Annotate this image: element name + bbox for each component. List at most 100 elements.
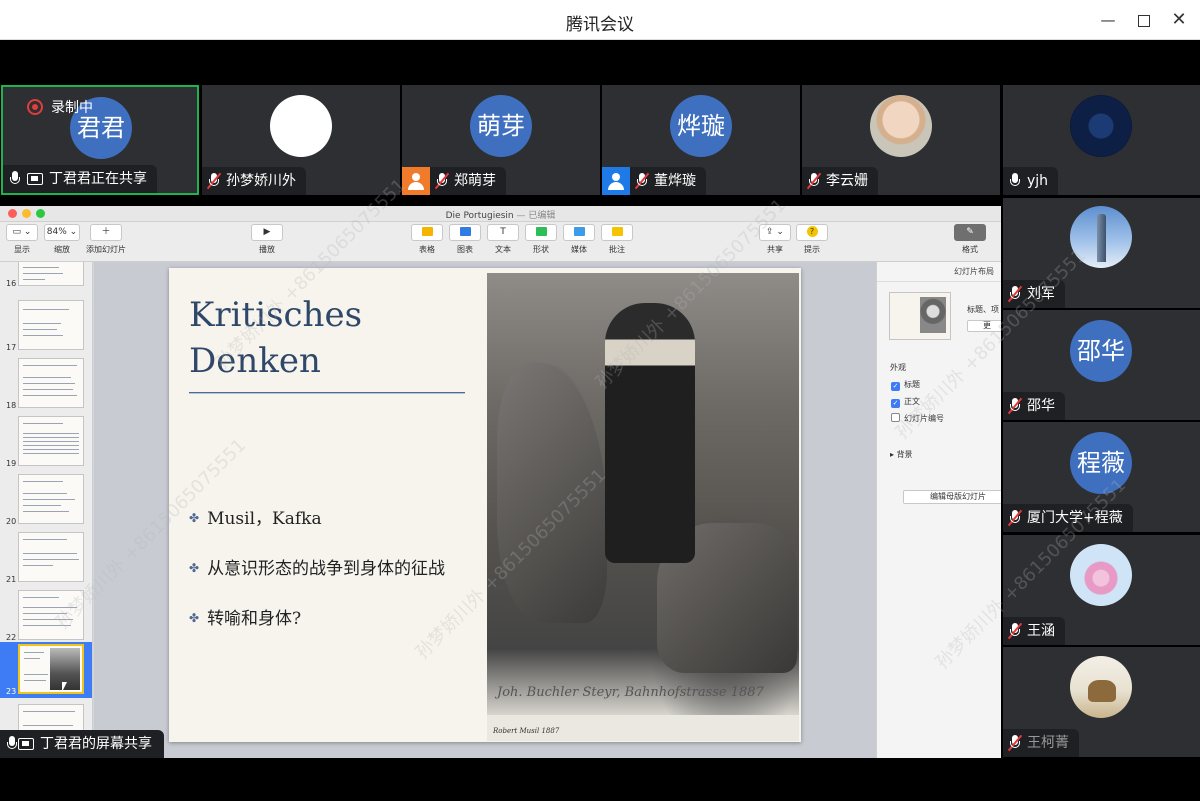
slide-title-line-1: Kritisches xyxy=(189,295,363,335)
title-checkbox[interactable]: ✓ 标题 xyxy=(891,379,920,391)
bullet-item: ✤ Musil，Kafka xyxy=(189,506,445,556)
screen-share-icon xyxy=(18,738,34,750)
plus-icon: ＋ xyxy=(90,224,122,241)
participant-tile-side-4[interactable]: 程薇 厦门大学+程薇 xyxy=(1003,422,1200,532)
comment-button[interactable]: 批注 xyxy=(601,224,633,255)
media-icon xyxy=(563,224,595,241)
thumb-page xyxy=(18,262,84,286)
shape-button[interactable]: 形状 xyxy=(525,224,557,255)
maximize-button[interactable] xyxy=(1133,9,1155,31)
appearance-heading: 外观 xyxy=(890,363,906,372)
document-name: Die Portugiesin xyxy=(445,211,514,221)
slide-title[interactable]: Kritisches Denken xyxy=(189,292,362,384)
slide-number: 18 xyxy=(6,401,17,410)
edit-master-slide-button[interactable]: 编辑母版幻灯片 xyxy=(903,490,1001,504)
body-checkbox[interactable]: ✓ 正文 xyxy=(891,396,920,408)
photo-image: Joh. Buchler Steyr, Bahnhofstrasse 1887 xyxy=(487,273,799,715)
recording-label: 录制中 xyxy=(51,100,93,116)
participant-tile-2[interactable]: 孙梦娇川外 xyxy=(202,85,400,195)
background-section[interactable]: ▸ 背景 xyxy=(890,449,913,460)
slide-thumb-17[interactable]: 17 xyxy=(0,298,92,354)
slide-number: 19 xyxy=(6,459,17,468)
checkbox-checked-icon: ✓ xyxy=(891,399,900,408)
close-button[interactable]: ✕ xyxy=(1168,9,1190,31)
avatar xyxy=(1070,206,1132,268)
current-slide[interactable]: Kritisches Denken ✤ Musil，Kafka ✤ 从意识形态的战争… xyxy=(169,268,801,742)
media-button[interactable]: 媒体 xyxy=(563,224,595,255)
avatar xyxy=(270,95,332,157)
mic-muted-icon xyxy=(1007,397,1023,415)
avatar: 烨璇 xyxy=(670,95,732,157)
participant-tile-side-6[interactable]: 王柯菁 xyxy=(1003,647,1200,757)
participant-name-bar: 郑萌芽 xyxy=(402,167,506,195)
bullet-icon: ✤ xyxy=(189,511,200,525)
add-slide-button[interactable]: ＋ 添加幻灯片 xyxy=(86,224,126,255)
participant-name: yjh xyxy=(1027,173,1049,189)
layout-label: 标题、项 xyxy=(967,305,999,314)
participant-tile-5[interactable]: 李云姗 xyxy=(802,85,1000,195)
view-button[interactable]: ▭ ⌄ 显示 xyxy=(6,224,38,255)
participant-name-bar: 刘军 xyxy=(1003,280,1065,308)
slide-number-checkbox[interactable]: 幻灯片编号 xyxy=(891,413,944,424)
checkbox-checked-icon: ✓ xyxy=(891,382,900,391)
slide-thumb-20[interactable]: 20 xyxy=(0,472,92,528)
chart-label: 图表 xyxy=(457,245,473,254)
slide-thumb-23-selected[interactable]: 23 xyxy=(0,642,92,698)
thumb-page xyxy=(18,590,84,640)
mic-icon xyxy=(6,735,18,753)
participant-tile-side-5[interactable]: 王涵 xyxy=(1003,535,1200,645)
slide-title-line-2: Denken xyxy=(189,341,321,381)
avatar xyxy=(1070,656,1132,718)
participant-name-bar: 丁君君正在共享 xyxy=(3,165,157,193)
slide-thumb-16[interactable]: 16 xyxy=(0,262,92,290)
change-layout-button[interactable]: 更 xyxy=(967,320,1001,332)
screen-share-label: 丁君君的屏幕共享 xyxy=(40,736,152,752)
layout-thumbnail[interactable] xyxy=(889,292,951,340)
chart-icon xyxy=(449,224,481,241)
text-button[interactable]: T 文本 xyxy=(487,224,519,255)
slide-thumb-19[interactable]: 19 xyxy=(0,414,92,470)
participant-tile-1[interactable]: 录制中 君君 丁君君正在共享 xyxy=(1,85,199,195)
slide-bullets[interactable]: ✤ Musil，Kafka ✤ 从意识形态的战争到身体的征战 ✤ 转喻和身体? xyxy=(189,506,445,656)
bullet-text: 从意识形态的战争到身体的征战 xyxy=(207,559,446,579)
tips-button[interactable]: ? 提示 xyxy=(796,224,828,255)
minimize-button[interactable]: — xyxy=(1097,9,1119,31)
participant-tile-side-2[interactable]: 刘军 xyxy=(1003,198,1200,308)
screen-share-bar: 丁君君的屏幕共享 xyxy=(0,730,164,758)
bullet-item: ✤ 从意识形态的战争到身体的征战 xyxy=(189,556,445,606)
participant-name-bar: 孙梦娇川外 xyxy=(202,167,306,195)
play-button[interactable]: ▶ 播放 xyxy=(251,224,283,255)
participant-tile-side-1[interactable]: yjh xyxy=(1003,85,1200,195)
participant-name-bar: 董烨璇 xyxy=(602,167,706,195)
mic-muted-icon xyxy=(1007,622,1023,640)
slide-thumb-22[interactable]: 22 xyxy=(0,588,92,644)
mic-icon xyxy=(9,170,21,188)
text-icon: T xyxy=(487,224,519,241)
slide-number: 17 xyxy=(6,343,17,352)
play-icon: ▶ xyxy=(251,224,283,241)
slide-photo[interactable]: Joh. Buchler Steyr, Bahnhofstrasse 1887 … xyxy=(487,273,799,741)
format-button[interactable]: ✎ 格式 xyxy=(954,224,986,255)
bullet-text: 转喻和身体? xyxy=(207,609,302,629)
mic-icon xyxy=(1009,172,1021,190)
background-label: 背景 xyxy=(896,450,913,459)
participant-tile-3[interactable]: 萌芽 郑萌芽 xyxy=(402,85,600,195)
person-icon xyxy=(602,167,630,195)
participant-name: 王涵 xyxy=(1027,623,1055,639)
participant-tile-4[interactable]: 烨璇 董烨璇 xyxy=(602,85,800,195)
participant-name: 王柯菁 xyxy=(1027,735,1069,751)
participant-name: 李云姗 xyxy=(826,173,868,189)
table-button[interactable]: 表格 xyxy=(411,224,443,255)
zoom-value-box: 84% ⌄ xyxy=(44,224,80,241)
share-button[interactable]: ⇪ ⌄ 共享 xyxy=(759,224,791,255)
format-inspector: 幻灯片布局 标题、项 更 外观 ✓ 标题 ✓ 正文 幻灯片编号 ▸ 背景 编辑母版幻… xyxy=(876,262,1001,758)
zoom-button[interactable]: 84% ⌄ 缩放 xyxy=(44,224,80,255)
slide-thumb-18[interactable]: 18 xyxy=(0,356,92,412)
chart-button[interactable]: 图表 xyxy=(449,224,481,255)
mic-muted-icon xyxy=(206,172,222,190)
bullet-icon: ✤ xyxy=(189,611,200,625)
slide-thumb-21[interactable]: 21 xyxy=(0,530,92,586)
participant-tile-side-3[interactable]: 邵华 邵华 xyxy=(1003,310,1200,420)
participant-name-bar: yjh xyxy=(1003,167,1059,195)
checkbox-label: 正文 xyxy=(904,397,920,406)
